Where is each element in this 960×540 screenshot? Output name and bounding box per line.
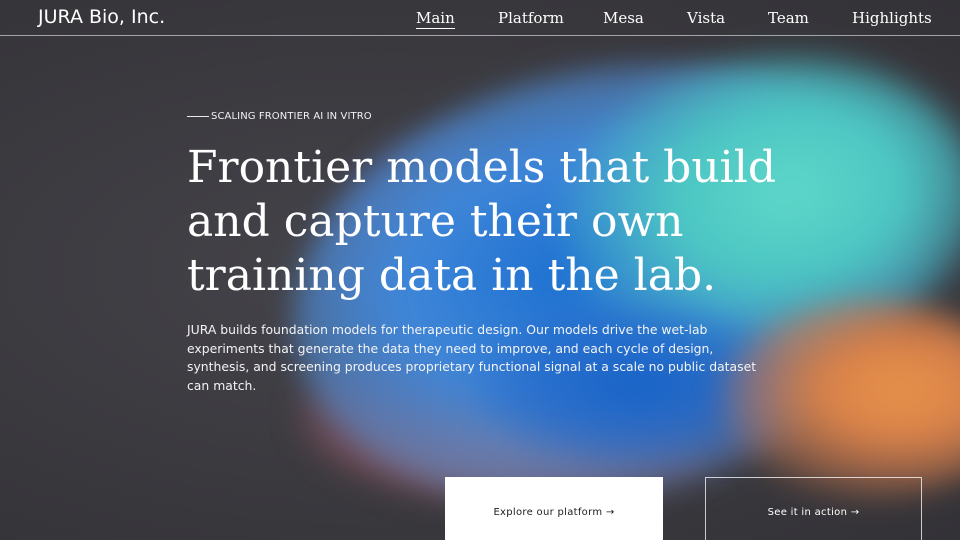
- nav-link-highlights[interactable]: Highlights: [852, 9, 932, 27]
- hero-eyebrow: SCALING FRONTIER AI IN VITRO: [187, 111, 372, 122]
- explore-platform-button[interactable]: Explore our platform →: [445, 477, 663, 540]
- nav-link-main[interactable]: Main: [416, 9, 455, 29]
- main-nav: Main Platform Mesa Vista Team Highlights: [0, 9, 960, 33]
- nav-link-team[interactable]: Team: [768, 9, 809, 27]
- see-in-action-button[interactable]: See it in action →: [705, 477, 922, 540]
- nav-link-platform[interactable]: Platform: [498, 9, 564, 27]
- eyebrow-rule: [187, 116, 209, 117]
- eyebrow-text: SCALING FRONTIER AI IN VITRO: [211, 111, 372, 122]
- nav-link-mesa[interactable]: Mesa: [603, 9, 644, 27]
- nav-link-vista[interactable]: Vista: [687, 9, 725, 27]
- hero-headline: Frontier models that build and capture t…: [187, 142, 776, 301]
- hero-intro-paragraph: JURA builds foundation models for therap…: [187, 322, 757, 393]
- site-header: JURA Bio, Inc. Main Platform Mesa Vista …: [0, 0, 960, 36]
